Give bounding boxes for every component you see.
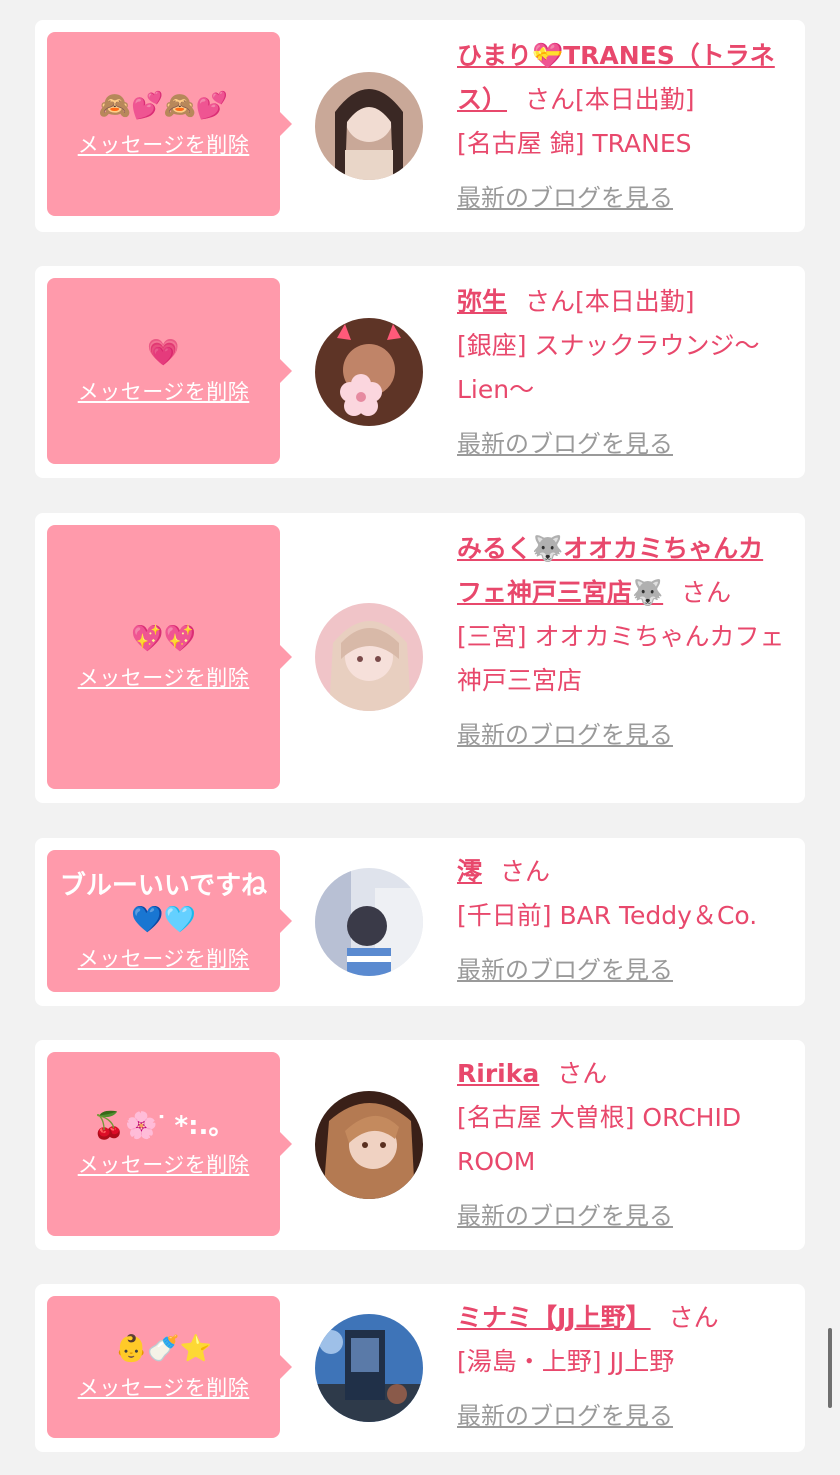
message-bubble: ブルーいいですね 💙🩵 メッセージを削除 <box>47 850 292 992</box>
delete-message-link[interactable]: メッセージを削除 <box>78 129 250 159</box>
avatar[interactable] <box>315 603 423 711</box>
cast-info: ひまり💝TRANES（トラネス） さん[本日出勤] [名古屋 錦] TRANES … <box>457 34 787 220</box>
shop-text: [三宮] オオカミちゃんカフェ神戸三宮店 <box>457 622 785 695</box>
scrollbar[interactable] <box>828 1328 832 1408</box>
cast-info: Ririka さん [名古屋 大曽根] ORCHID ROOM 最新のブログを見る <box>457 1052 787 1238</box>
message-text: 🍒🌸ᐝ *:.。 <box>92 1111 235 1141</box>
message-text: 🙈💕🙈💕 <box>98 91 229 121</box>
message-text: 💖💖 <box>131 624 196 654</box>
shop-text: [千日前] BAR Teddy＆Co. <box>457 901 758 930</box>
shop-text: [名古屋 大曽根] ORCHID ROOM <box>457 1103 742 1176</box>
cast-info: ミナミ【JJ上野】 さん [湯島・上野] JJ上野 最新のブログを見る <box>457 1296 787 1438</box>
cast-info: 弥生 さん[本日出勤] [銀座] スナックラウンジ〜Lien〜 最新のブログを見る <box>457 280 787 466</box>
message-card: 💗 メッセージを削除 弥生 さん[本日出勤] [銀座] スナックラウンジ〜Lien… <box>35 266 805 478</box>
shop-text: [銀座] スナックラウンジ〜Lien〜 <box>457 331 760 404</box>
delete-message-link[interactable]: メッセージを削除 <box>78 662 250 692</box>
delete-message-link[interactable]: メッセージを削除 <box>78 1372 250 1402</box>
message-card: ブルーいいですね 💙🩵 メッセージを削除 澪さん [千日前] BAR Teddy… <box>35 838 805 1006</box>
message-text: ブルーいいですね 💙🩵 <box>59 871 268 935</box>
cast-name-link[interactable]: ミナミ【JJ上野】 <box>457 1303 651 1332</box>
message-text: 💗 <box>147 338 180 368</box>
avatar[interactable] <box>315 1314 423 1422</box>
cast-info: 澪さん [千日前] BAR Teddy＆Co. 最新のブログを見る <box>457 850 787 992</box>
shop-text: [湯島・上野] JJ上野 <box>457 1347 675 1376</box>
avatar[interactable] <box>315 1091 423 1199</box>
latest-blog-link[interactable]: 最新のブログを見る <box>457 713 673 757</box>
latest-blog-link[interactable]: 最新のブログを見る <box>457 948 673 992</box>
cast-name-link[interactable]: Ririka <box>457 1059 539 1088</box>
message-card: 🍒🌸ᐝ *:.。 メッセージを削除 Ririka さん [名古屋 大曽根] ORC… <box>35 1040 805 1250</box>
message-bubble: 👶🍼⭐ メッセージを削除 <box>47 1296 292 1438</box>
cast-name-link[interactable]: 弥生 <box>457 287 507 316</box>
honorific: さん <box>681 578 732 607</box>
message-list: 🙈💕🙈💕 メッセージを削除 ひまり💝TRANES（トラネス） さん[本日出勤] [… <box>0 0 840 1475</box>
latest-blog-link[interactable]: 最新のブログを見る <box>457 422 673 466</box>
cast-name-link[interactable]: 澪 <box>457 857 482 886</box>
honorific: さん <box>557 1059 608 1088</box>
message-bubble: 🍒🌸ᐝ *:.。 メッセージを削除 <box>47 1052 292 1236</box>
honorific: さん <box>525 85 576 114</box>
avatar[interactable] <box>315 318 423 426</box>
honorific: さん <box>500 857 551 886</box>
message-card: 🙈💕🙈💕 メッセージを削除 ひまり💝TRANES（トラネス） さん[本日出勤] [… <box>35 20 805 232</box>
latest-blog-link[interactable]: 最新のブログを見る <box>457 1394 673 1438</box>
avatar[interactable] <box>315 72 423 180</box>
message-card: 💖💖 メッセージを削除 みるく🐺オオカミちゃんカフェ神戸三宮店🐺 さん [三宮] … <box>35 513 805 803</box>
message-bubble: 💗 メッセージを削除 <box>47 278 292 464</box>
message-bubble: 💖💖 メッセージを削除 <box>47 525 292 789</box>
honorific: さん <box>668 1303 719 1332</box>
message-bubble: 🙈💕🙈💕 メッセージを削除 <box>47 32 292 216</box>
message-text: 👶🍼⭐ <box>114 1334 213 1364</box>
honorific: さん <box>525 287 576 316</box>
delete-message-link[interactable]: メッセージを削除 <box>78 943 250 973</box>
avatar[interactable] <box>315 868 423 976</box>
message-card: 👶🍼⭐ メッセージを削除 ミナミ【JJ上野】 さん [湯島・上野] JJ上野 最新… <box>35 1284 805 1452</box>
latest-blog-link[interactable]: 最新のブログを見る <box>457 176 673 220</box>
delete-message-link[interactable]: メッセージを削除 <box>78 1149 250 1179</box>
shop-text: [名古屋 錦] TRANES <box>457 129 692 158</box>
cast-info: みるく🐺オオカミちゃんカフェ神戸三宮店🐺 さん [三宮] オオカミちゃんカフェ神戸… <box>457 527 787 757</box>
status-text: [本日出勤] <box>575 287 695 316</box>
delete-message-link[interactable]: メッセージを削除 <box>78 376 250 406</box>
latest-blog-link[interactable]: 最新のブログを見る <box>457 1194 673 1238</box>
status-text: [本日出勤] <box>575 85 695 114</box>
